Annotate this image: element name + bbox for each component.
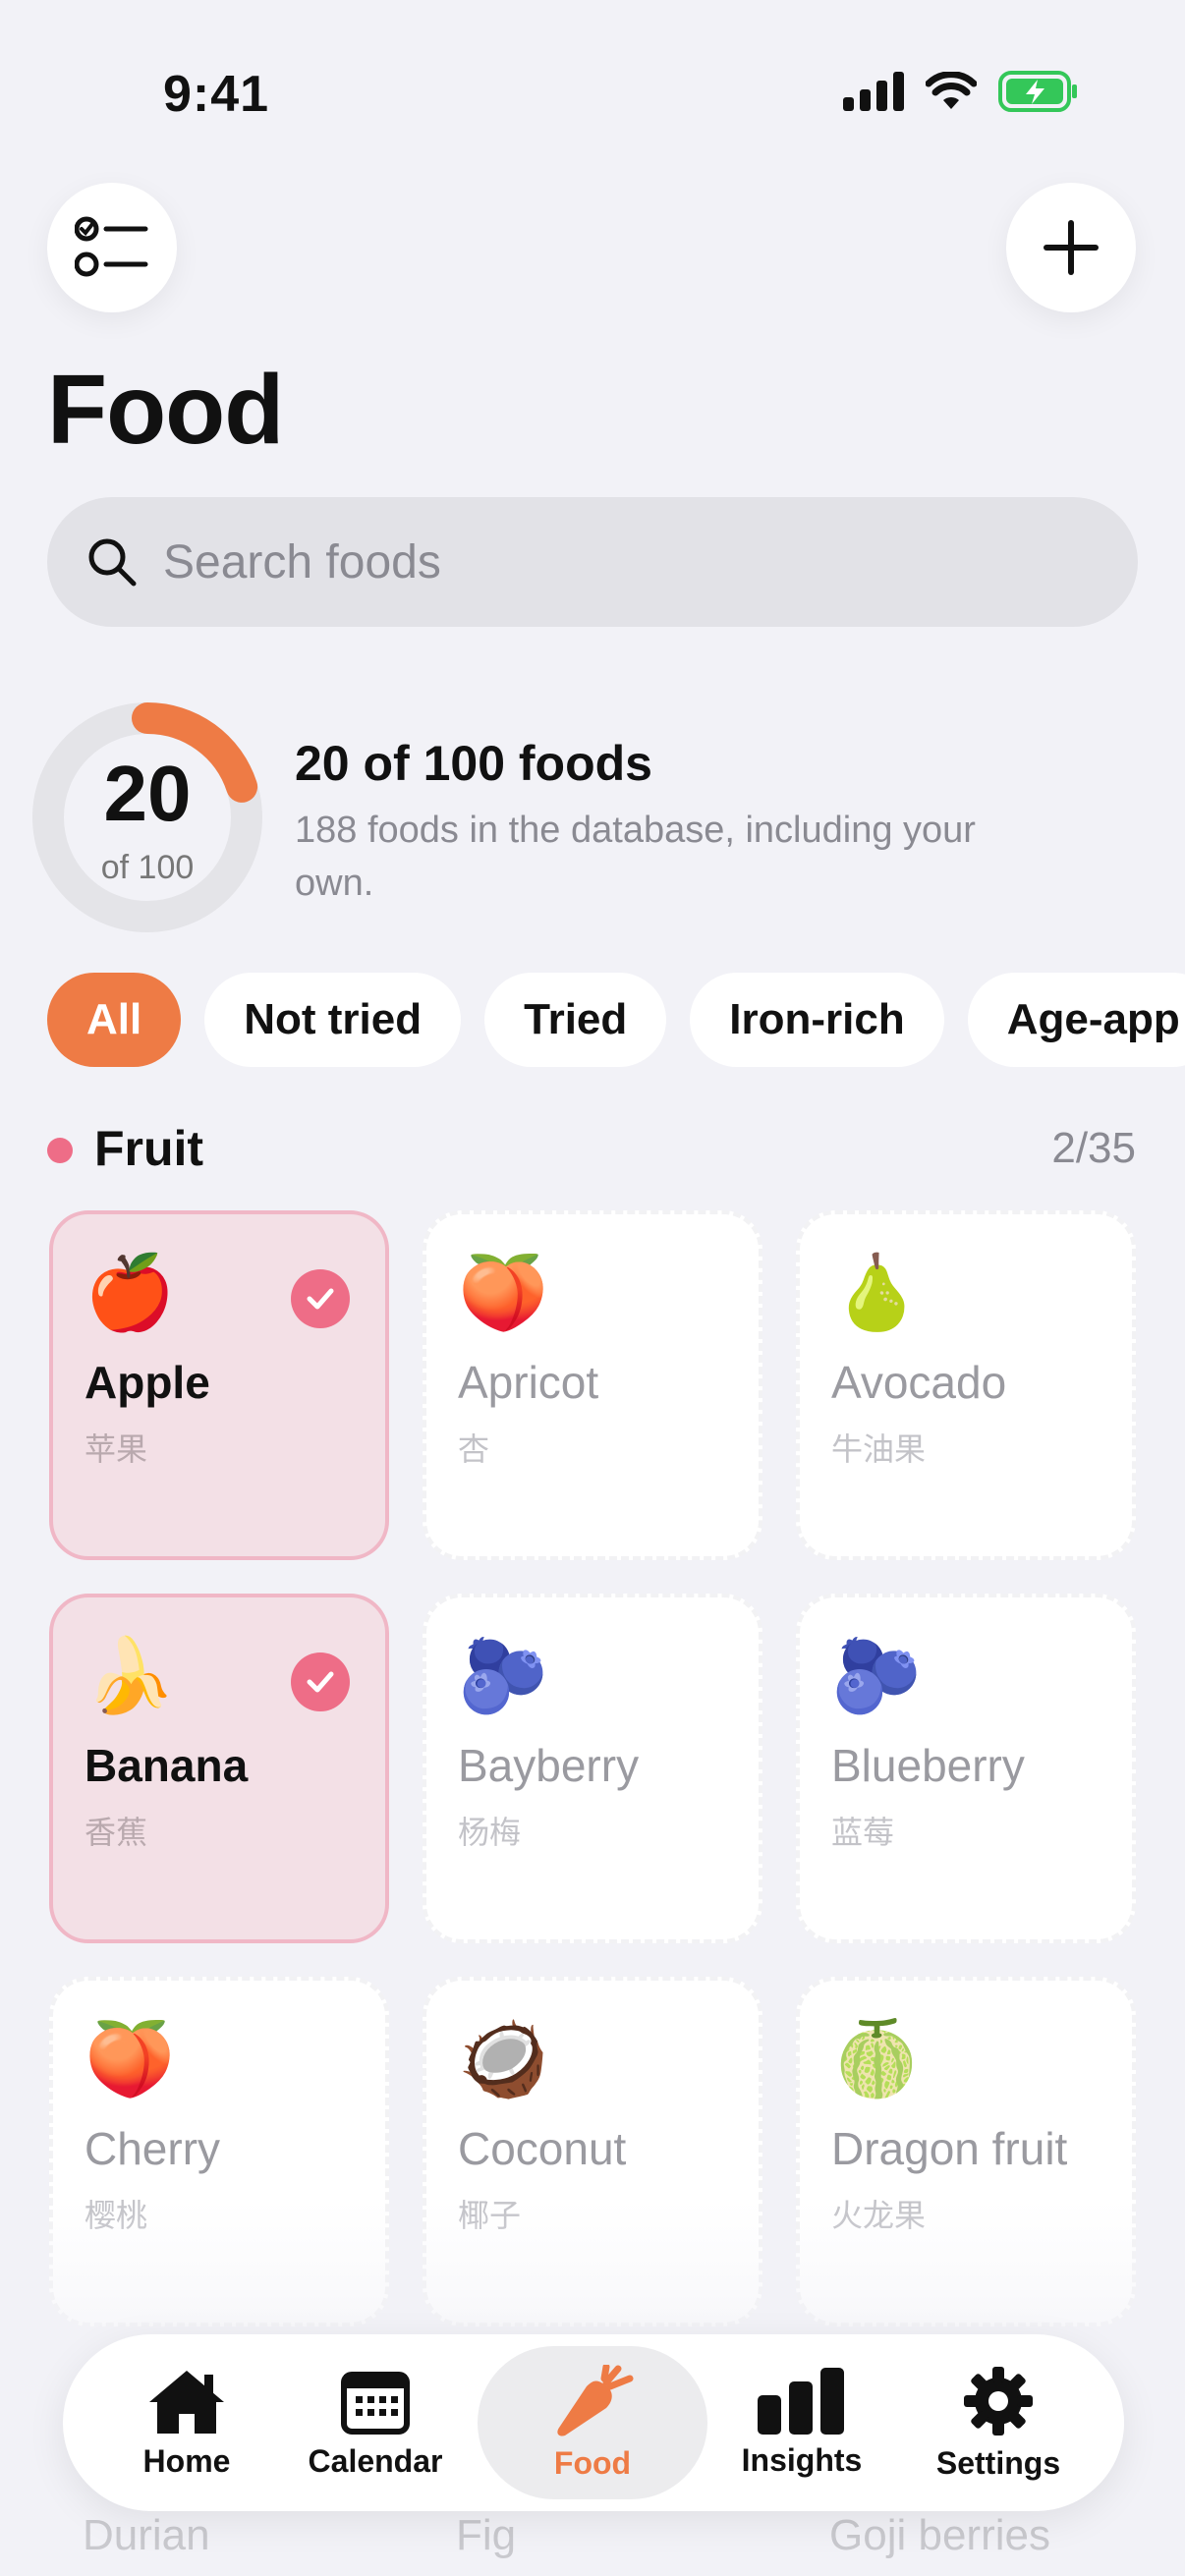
avocado-icon: 🍐 xyxy=(831,1252,923,1333)
food-card-apricot[interactable]: 🍑 Apricot 杏 xyxy=(423,1210,762,1560)
food-name-cn: 香蕉 xyxy=(85,1815,148,1850)
house-icon xyxy=(149,2370,224,2434)
tab-bar: Home Calendar Food Insights Settings xyxy=(63,2334,1124,2511)
signal-icon xyxy=(843,72,904,111)
progress-description: 188 foods in the database, including you… xyxy=(295,810,976,904)
tried-check-icon xyxy=(291,1269,350,1328)
tried-check-icon xyxy=(291,1652,350,1711)
plus-icon xyxy=(1044,220,1099,275)
apricot-icon: 🍑 xyxy=(458,1252,549,1333)
food-card-banana[interactable]: 🍌 Banana 香蕉 xyxy=(49,1594,389,1943)
filter-chip-not-tried[interactable]: Not tried xyxy=(204,973,462,1067)
filter-chip-iron-rich[interactable]: Iron-rich xyxy=(690,973,944,1067)
dragon-fruit-icon: 🍈 xyxy=(831,2018,923,2100)
search-placeholder: Search foods xyxy=(163,535,441,588)
search-icon xyxy=(88,538,137,587)
food-name-fig: Fig xyxy=(456,2511,517,2559)
carrot-icon xyxy=(557,2364,634,2436)
tried-total: of 100 xyxy=(100,849,195,886)
tab-label: Food xyxy=(553,2444,632,2481)
bayberry-icon: 🫐 xyxy=(458,1635,549,1716)
add-food-button[interactable] xyxy=(1006,183,1136,312)
food-card-apple[interactable]: 🍎 Apple 苹果 xyxy=(49,1210,389,1560)
filter-chips: All Not tried Tried Iron-rich Age-app xyxy=(47,973,1185,1067)
bar-chart-icon xyxy=(758,2367,844,2435)
food-card-blueberry[interactable]: 🫐 Blueberry 蓝莓 xyxy=(796,1594,1136,1943)
status-icons xyxy=(843,71,1079,112)
food-name-goji-berries: Goji berries xyxy=(829,2511,1050,2559)
tab-label: Settings xyxy=(935,2444,1061,2481)
tried-count: 20 xyxy=(103,750,192,837)
tab-settings[interactable]: Settings xyxy=(914,2334,1083,2511)
food-name: Bayberry xyxy=(458,1740,640,1791)
section-title: Fruit xyxy=(94,1121,204,1176)
gear-icon xyxy=(964,2366,1033,2436)
filter-chip-all[interactable]: All xyxy=(47,973,182,1067)
food-card-avocado[interactable]: 🍐 Avocado 牛油果 xyxy=(796,1210,1136,1560)
search-input[interactable]: Search foods xyxy=(47,497,1138,627)
food-name-cn: 苹果 xyxy=(85,1431,148,1467)
food-name: Dragon fruit xyxy=(831,2123,1068,2174)
food-name: Apricot xyxy=(458,1357,599,1408)
food-name: Cherry xyxy=(85,2123,221,2174)
tab-food[interactable]: Food xyxy=(478,2334,707,2511)
battery-icon xyxy=(998,71,1077,112)
filter-chip-age-appropriate[interactable]: Age-app xyxy=(967,973,1185,1067)
coconut-icon: 🥥 xyxy=(458,2018,549,2100)
wifi-icon xyxy=(926,72,977,109)
tab-label: Home xyxy=(142,2442,231,2479)
filter-chip-tried[interactable]: Tried xyxy=(484,973,667,1067)
tab-home[interactable]: Home xyxy=(102,2334,271,2511)
food-name-durian: Durian xyxy=(83,2511,210,2559)
food-name-cn: 杏 xyxy=(458,1431,490,1467)
food-screen: 9:41 Food Search foods 20 of 100 20 of 1… xyxy=(0,0,1185,2576)
food-name: Blueberry xyxy=(831,1740,1025,1791)
food-name: Apple xyxy=(85,1357,210,1408)
section-dot xyxy=(47,1138,73,1163)
page-title: Food xyxy=(47,355,284,465)
tab-label: Insights xyxy=(741,2441,863,2478)
blueberry-icon: 🫐 xyxy=(831,1635,923,1716)
food-name-cn: 牛油果 xyxy=(831,1431,927,1467)
calendar-icon xyxy=(341,2371,410,2435)
food-name-cn: 蓝莓 xyxy=(831,1815,895,1850)
food-card-bayberry[interactable]: 🫐 Bayberry 杨梅 xyxy=(423,1594,762,1943)
food-name-cn: 杨梅 xyxy=(458,1815,522,1850)
status-time: 9:41 xyxy=(163,66,270,123)
section-count: 2/35 xyxy=(1051,1124,1136,1172)
food-name: Banana xyxy=(85,1740,249,1791)
tab-insights[interactable]: Insights xyxy=(717,2334,886,2511)
tab-label: Calendar xyxy=(308,2442,443,2479)
food-name: Avocado xyxy=(831,1357,1007,1408)
checklist-button[interactable] xyxy=(47,183,177,312)
tab-calendar[interactable]: Calendar xyxy=(291,2334,460,2511)
cherry-icon: 🍑 xyxy=(85,2018,176,2100)
food-name: Coconut xyxy=(458,2123,627,2174)
progress-title: 20 of 100 foods xyxy=(295,736,652,791)
checklist-icon xyxy=(75,216,148,277)
